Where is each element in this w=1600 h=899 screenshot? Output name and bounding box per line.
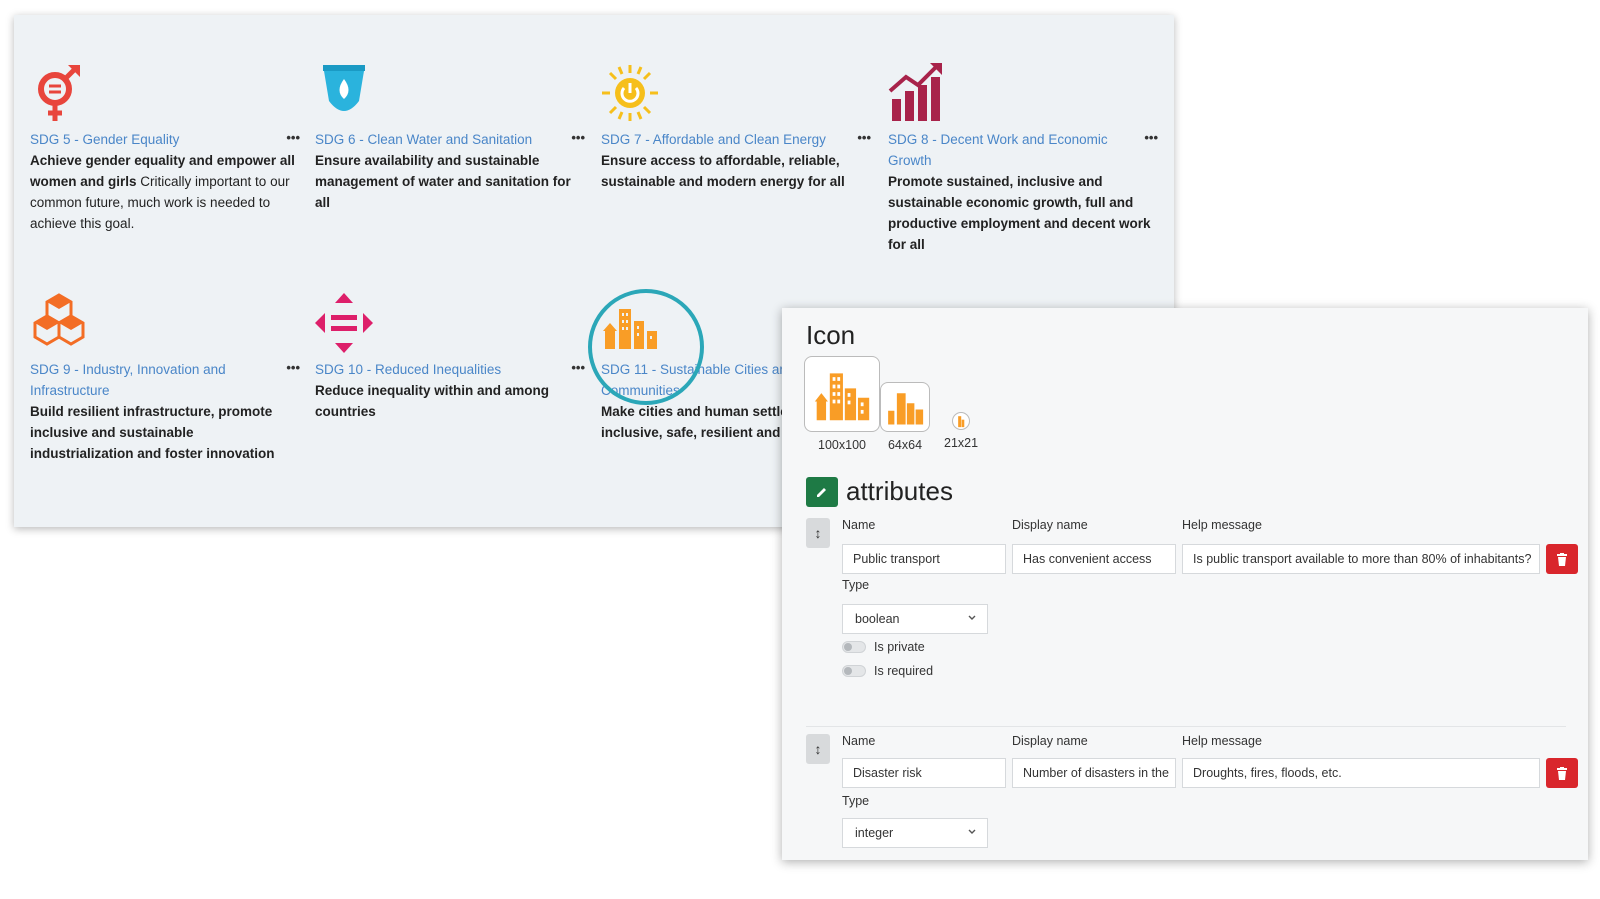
edit-attributes-button[interactable] [806, 476, 838, 507]
attribute-separator [806, 726, 1566, 727]
icon-section-heading: Icon [806, 320, 856, 350]
sdg-description: Build resilient infrastructure, promote … [30, 404, 275, 461]
type-select[interactable]: boolean [842, 604, 988, 634]
help-message-label: Help message [1182, 734, 1262, 748]
type-value: integer [855, 826, 894, 840]
trash-icon [1557, 766, 1567, 780]
icon-size-medium[interactable]: 64x64 [880, 382, 930, 452]
toggle-label: Is required [874, 664, 934, 678]
delete-attribute-button[interactable] [1546, 758, 1578, 788]
growth-chart-icon [886, 61, 952, 127]
type-select[interactable]: integer [842, 818, 988, 848]
water-drop-icon [313, 61, 379, 127]
type-value: boolean [855, 612, 900, 626]
sdg-title-link[interactable]: SDG 7 - Affordable and Clean Energy [601, 129, 826, 150]
delete-attribute-button[interactable] [1546, 544, 1578, 574]
name-input[interactable]: Disaster risk [842, 758, 1006, 788]
display-name-label: Display name [1012, 734, 1088, 748]
drag-handle-icon[interactable]: ↕ [806, 518, 830, 548]
drag-handle-icon[interactable]: ↕ [806, 734, 830, 764]
chevron-down-icon [968, 615, 976, 620]
sdg-description: Reduce inequality within and among count… [315, 383, 550, 419]
display-name-input[interactable]: Has convenient access [1012, 544, 1176, 574]
sdg-title-link[interactable]: SDG 9 - Industry, Innovation and Infrast… [30, 359, 270, 401]
sdg-title-link[interactable]: SDG 6 - Clean Water and Sanitation [315, 129, 532, 150]
icon-size-label: 100x100 [818, 438, 866, 452]
sdg-description: Achieve gender equality and empower all … [30, 153, 295, 231]
more-options-icon[interactable]: ••• [1144, 131, 1158, 145]
sdg-card-5[interactable]: SDG 5 - Gender Equality ••• Achieve gend… [30, 61, 300, 234]
is-private-toggle[interactable]: Is private [842, 640, 925, 654]
help-message-input[interactable]: Is public transport available to more th… [1182, 544, 1540, 574]
icon-size-label: 21x21 [944, 436, 979, 450]
sdg-description: Promote sustained, inclusive and sustain… [888, 174, 1151, 252]
display-name-label: Display name [1012, 518, 1088, 532]
is-required-toggle[interactable]: Is required [842, 664, 933, 678]
sdg-description: Ensure access to affordable, reliable, s… [601, 153, 845, 189]
arrows-equal-icon [313, 291, 379, 357]
more-options-icon[interactable]: ••• [571, 361, 585, 375]
sdg-card-10[interactable]: SDG 10 - Reduced Inequalities ••• Reduce… [315, 291, 585, 422]
help-message-input[interactable]: Droughts, fires, floods, etc. [1182, 758, 1540, 788]
sun-power-icon [599, 61, 665, 127]
more-options-icon[interactable]: ••• [857, 131, 871, 145]
chevron-down-icon [968, 829, 976, 834]
pencil-icon [817, 487, 826, 497]
sdg-card-6[interactable]: SDG 6 - Clean Water and Sanitation ••• E… [315, 61, 585, 213]
more-options-icon[interactable]: ••• [286, 361, 300, 375]
toggle-switch[interactable] [842, 665, 866, 677]
name-label: Name [842, 734, 876, 748]
gender-equality-icon [28, 61, 94, 127]
help-message-label: Help message [1182, 518, 1262, 532]
sdg-title-link[interactable]: SDG 10 - Reduced Inequalities [315, 359, 501, 380]
type-label: Type [842, 578, 870, 592]
icon-size-large[interactable]: 100x100 [804, 356, 880, 452]
more-options-icon[interactable]: ••• [571, 131, 585, 145]
sdg-title-link[interactable]: SDG 8 - Decent Work and Economic Growth [888, 129, 1128, 171]
city-buildings-icon [952, 412, 971, 430]
icon-attributes-editor: Icon 100x100 64x64 21x21 attributes ↕ Na… [782, 308, 1588, 860]
icon-size-label: 64x64 [887, 438, 923, 452]
city-buildings-icon [804, 356, 880, 432]
cubes-icon [28, 291, 94, 357]
toggle-switch[interactable] [842, 641, 866, 653]
more-options-icon[interactable]: ••• [286, 131, 300, 145]
attribute-row: ↕ Name Display name Help message Public … [806, 518, 1578, 698]
name-label: Name [842, 518, 876, 532]
display-name-input[interactable]: Number of disasters in the [1012, 758, 1176, 788]
icon-size-small[interactable]: 21x21 [944, 412, 978, 450]
attributes-header: attributes [806, 476, 953, 507]
highlight-circle [588, 289, 704, 405]
type-label: Type [842, 794, 870, 808]
name-input[interactable]: Public transport [842, 544, 1006, 574]
sdg-card-9[interactable]: SDG 9 - Industry, Innovation and Infrast… [30, 291, 300, 464]
sdg-card-7[interactable]: SDG 7 - Affordable and Clean Energy ••• … [601, 61, 871, 192]
trash-icon [1557, 552, 1567, 566]
sdg-title-link[interactable]: SDG 5 - Gender Equality [30, 129, 179, 150]
city-buildings-icon [880, 382, 930, 432]
attribute-row: ↕ Name Display name Help message Disaste… [806, 734, 1578, 854]
sdg-description: Ensure availability and sustainable mana… [315, 153, 571, 210]
sdg-card-8[interactable]: SDG 8 - Decent Work and Economic Growth … [888, 61, 1158, 255]
toggle-label: Is private [874, 640, 925, 654]
attributes-heading: attributes [846, 476, 953, 506]
